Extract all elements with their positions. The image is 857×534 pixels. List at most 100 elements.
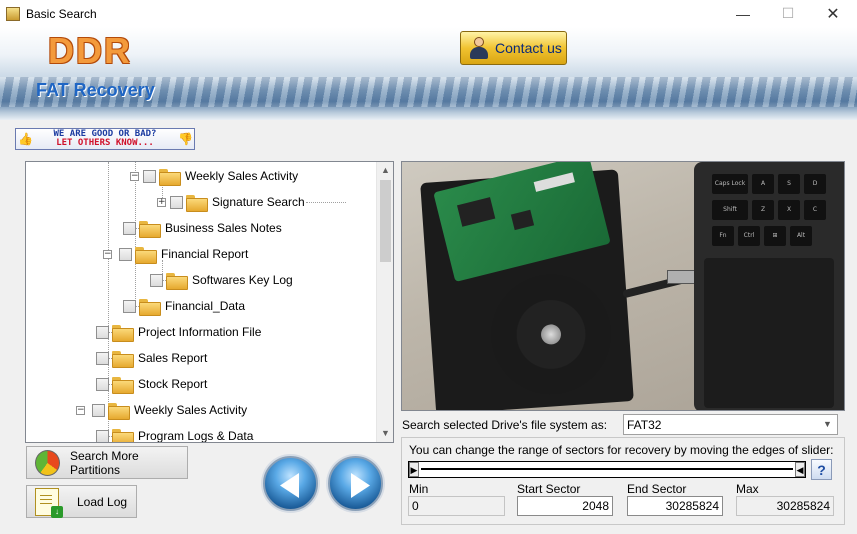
log-document-icon: ↓	[35, 487, 63, 518]
key: Z	[752, 200, 774, 220]
contact-us-label: Contact us	[495, 40, 562, 56]
key: ⊞	[764, 226, 786, 246]
collapse-icon[interactable]: −	[103, 249, 112, 259]
folder-icon	[112, 324, 134, 342]
item-checkbox[interactable]	[123, 299, 136, 313]
key: S	[778, 174, 800, 194]
maximize-button[interactable]: ☐	[765, 0, 811, 27]
search-more-partitions-button[interactable]: Search More Partitions	[26, 446, 188, 479]
tree-item-label: Program Logs & Data	[138, 429, 254, 443]
sector-range-slider[interactable]: ▶ ◀	[408, 461, 806, 478]
arrow-left-icon	[280, 473, 299, 498]
end-sector-label: End Sector	[627, 482, 687, 496]
tree-item[interactable]: Financial_Data	[123, 295, 245, 317]
item-checkbox[interactable]	[96, 429, 109, 442]
folder-tree[interactable]: − Weekly Sales Activity + Signature Sear…	[25, 161, 394, 443]
tree-item[interactable]: Program Logs & Data	[96, 425, 254, 443]
rating-badge[interactable]: 👍 WE ARE GOOD OR BAD? LET OTHERS KNOW...…	[15, 128, 195, 150]
filesystem-select[interactable]: FAT32 ▼	[623, 414, 838, 435]
window-title: Basic Search	[26, 6, 97, 21]
contact-us-button[interactable]: Contact us	[460, 31, 567, 65]
app-icon	[6, 6, 20, 21]
arrow-right-icon	[351, 473, 370, 498]
tree-item[interactable]: Business Sales Notes	[123, 217, 282, 239]
next-button[interactable]	[328, 456, 383, 511]
key: C	[804, 200, 826, 220]
max-value-field: 30285824	[736, 496, 834, 516]
filesystem-label: Search selected Drive's file system as:	[402, 418, 608, 432]
scroll-up-icon[interactable]: ▲	[377, 162, 393, 179]
title-bar: Basic Search — ☐ ✕	[0, 0, 857, 27]
ddr-logo: DDR	[48, 30, 132, 71]
rating-line2: LET OTHERS KNOW...	[56, 138, 154, 148]
slider-right-handle[interactable]: ◀	[795, 462, 805, 477]
chevron-down-icon[interactable]: ▼	[820, 415, 835, 434]
tree-scrollbar[interactable]: ▲ ▼	[376, 162, 393, 442]
key: D	[804, 174, 826, 194]
tree-item-label: Stock Report	[138, 377, 208, 391]
tree-item[interactable]: + Signature Search	[157, 191, 305, 213]
close-button[interactable]: ✕	[810, 0, 856, 27]
item-checkbox[interactable]	[119, 247, 132, 261]
slider-left-handle[interactable]: ▶	[409, 462, 419, 477]
tree-item[interactable]: − Weekly Sales Activity	[76, 399, 247, 421]
help-icon[interactable]: ?	[811, 459, 832, 480]
end-sector-field[interactable]: 30285824	[627, 496, 723, 516]
item-checkbox[interactable]	[96, 325, 109, 339]
start-sector-label: Start Sector	[517, 482, 581, 496]
item-checkbox[interactable]	[92, 403, 105, 417]
min-label: Min	[409, 482, 429, 496]
product-subtitle: FAT Recovery	[36, 80, 155, 100]
min-value-field: 0	[408, 496, 505, 516]
tree-item[interactable]: Softwares Key Log	[150, 269, 293, 291]
scroll-down-icon[interactable]: ▼	[377, 425, 393, 442]
expand-icon[interactable]: +	[157, 197, 166, 207]
tree-item[interactable]: − Financial Report	[103, 243, 248, 265]
tree-item-label: Weekly Sales Activity	[185, 169, 299, 183]
item-checkbox[interactable]	[123, 221, 136, 235]
tree-item-label: Softwares Key Log	[192, 273, 293, 287]
tree-item-label: Weekly Sales Activity	[134, 403, 248, 417]
tree-item-label: Sales Report	[138, 351, 208, 365]
laptop-keyboard-shape: Caps Lock A S D Shift Z X C Fn Ctrl ⊞ Al…	[694, 162, 844, 410]
key: Shift	[712, 200, 748, 220]
item-checkbox[interactable]	[170, 195, 183, 209]
tree-item-label: Financial Report	[161, 247, 249, 261]
tree-item-label: Business Sales Notes	[165, 221, 282, 235]
collapse-icon[interactable]: −	[76, 405, 85, 415]
item-checkbox[interactable]	[96, 351, 109, 365]
item-checkbox[interactable]	[143, 169, 156, 183]
key: A	[752, 174, 774, 194]
load-log-button[interactable]: ↓ Load Log	[26, 485, 137, 518]
search-more-label: Search More Partitions	[70, 448, 139, 477]
slider-range-bar	[421, 468, 793, 470]
key: Ctrl	[738, 226, 760, 246]
palm-rest-shape	[704, 258, 834, 408]
tree-item-label: Financial_Data	[165, 299, 246, 313]
folder-icon	[112, 376, 134, 394]
scroll-thumb[interactable]	[380, 180, 391, 262]
thumbs-up-icon: 👍	[18, 132, 33, 146]
thumbs-down-icon: 👎	[178, 132, 193, 146]
back-button[interactable]	[263, 456, 318, 511]
tree-item-label: Project Information File	[138, 325, 262, 339]
max-label: Max	[736, 482, 759, 496]
tree-item[interactable]: Sales Report	[96, 347, 207, 369]
load-log-label: Load Log	[77, 494, 128, 509]
person-icon	[469, 37, 489, 59]
item-checkbox[interactable]	[150, 273, 163, 287]
tree-item-label: Signature Search	[212, 195, 305, 209]
item-checkbox[interactable]	[96, 377, 109, 391]
key: X	[778, 200, 800, 220]
usb-plug-shape	[667, 270, 697, 284]
key: Caps Lock	[712, 174, 748, 194]
start-sector-field[interactable]: 2048	[517, 496, 613, 516]
tree-item[interactable]: Project Information File	[96, 321, 261, 343]
pie-chart-icon	[35, 449, 60, 476]
hard-drive-photo: Caps Lock A S D Shift Z X C Fn Ctrl ⊞ Al…	[401, 161, 845, 411]
tree-item[interactable]: Stock Report	[96, 373, 207, 395]
tree-item[interactable]: − Weekly Sales Activity	[130, 165, 298, 187]
minimize-button[interactable]: —	[720, 0, 766, 27]
folder-icon	[108, 402, 130, 420]
collapse-icon[interactable]: −	[130, 171, 139, 181]
